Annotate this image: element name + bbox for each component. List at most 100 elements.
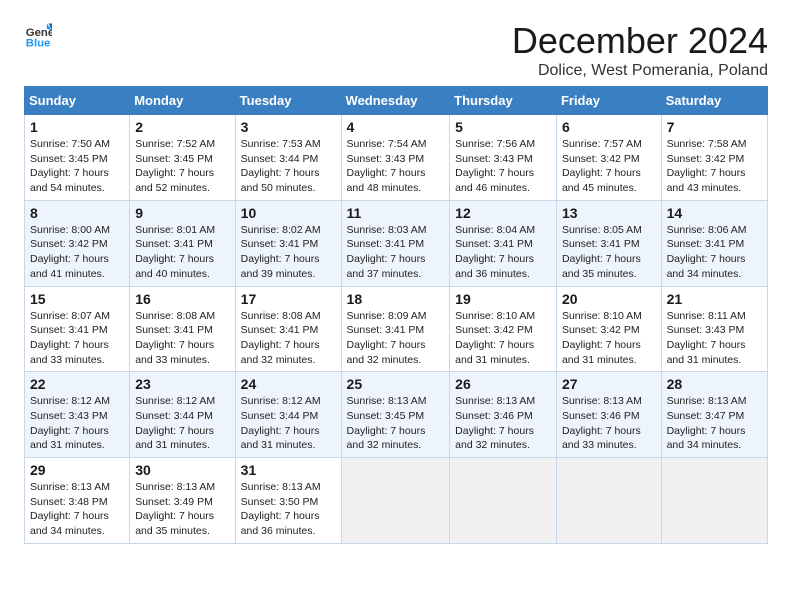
calendar-cell: 9Sunrise: 8:01 AMSunset: 3:41 PMDaylight…: [130, 200, 235, 286]
calendar-cell: 14Sunrise: 8:06 AMSunset: 3:41 PMDayligh…: [661, 200, 767, 286]
page-title: December 2024: [512, 20, 768, 62]
day-info: Sunrise: 8:01 AMSunset: 3:41 PMDaylight:…: [135, 224, 215, 280]
day-number: 26: [455, 376, 551, 392]
day-number: 29: [30, 462, 124, 478]
day-info: Sunrise: 8:13 AMSunset: 3:45 PMDaylight:…: [347, 395, 427, 451]
calendar-cell: 27Sunrise: 8:13 AMSunset: 3:46 PMDayligh…: [556, 372, 661, 458]
calendar-cell: 26 Sunrise: 8:13 AMSunset: 3:46 PMDayligh…: [450, 372, 557, 458]
header-friday: Friday: [556, 87, 661, 115]
day-info: Sunrise: 8:13 AMSunset: 3:47 PMDaylight:…: [667, 395, 747, 451]
header-thursday: Thursday: [450, 87, 557, 115]
day-info: Sunrise: 8:02 AMSunset: 3:41 PMDaylight:…: [241, 224, 321, 280]
day-info: Sunrise: 8:04 AMSunset: 3:41 PMDaylight:…: [455, 224, 535, 280]
calendar-week-row: 29 Sunrise: 8:13 AMSunset: 3:48 PMDayligh…: [25, 458, 768, 544]
calendar-week-row: 15 Sunrise: 8:07 AMSunset: 3:41 PMDayligh…: [25, 286, 768, 372]
calendar-cell: 23 Sunrise: 8:12 AMSunset: 3:44 PMDayligh…: [130, 372, 235, 458]
logo-icon: General Blue: [24, 20, 52, 48]
day-info: Sunrise: 8:11 AMSunset: 3:43 PMDaylight:…: [667, 310, 746, 366]
calendar-cell: [661, 458, 767, 544]
header-tuesday: Tuesday: [235, 87, 341, 115]
day-number: 8: [30, 205, 124, 221]
day-info: Sunrise: 8:13 AMSunset: 3:46 PMDaylight:…: [455, 395, 535, 451]
day-number: 28: [667, 376, 762, 392]
day-number: 2: [135, 119, 229, 135]
calendar-header-row: SundayMondayTuesdayWednesdayThursdayFrid…: [25, 87, 768, 115]
calendar-cell: 10 Sunrise: 8:02 AMSunset: 3:41 PMDayligh…: [235, 200, 341, 286]
day-number: 6: [562, 119, 656, 135]
day-info: Sunrise: 8:03 AMSunset: 3:41 PMDaylight:…: [347, 224, 427, 280]
day-info: Sunrise: 8:00 AMSunset: 3:42 PMDaylight:…: [30, 224, 110, 280]
day-number: 14: [667, 205, 762, 221]
day-number: 17: [241, 291, 336, 307]
header-wednesday: Wednesday: [341, 87, 450, 115]
calendar-cell: 25 Sunrise: 8:13 AMSunset: 3:45 PMDayligh…: [341, 372, 450, 458]
day-number: 1: [30, 119, 124, 135]
logo: General Blue: [24, 20, 52, 48]
day-info: Sunrise: 8:05 AMSunset: 3:41 PMDaylight:…: [562, 224, 642, 280]
day-number: 4: [347, 119, 445, 135]
day-info: Sunrise: 8:08 AMSunset: 3:41 PMDaylight:…: [135, 310, 215, 366]
day-number: 21: [667, 291, 762, 307]
day-info: Sunrise: 8:07 AMSunset: 3:41 PMDaylight:…: [30, 310, 110, 366]
calendar-cell: 7Sunrise: 7:58 AMSunset: 3:42 PMDaylight…: [661, 115, 767, 201]
day-number: 18: [347, 291, 445, 307]
calendar-cell: 6Sunrise: 7:57 AMSunset: 3:42 PMDaylight…: [556, 115, 661, 201]
calendar-cell: 28 Sunrise: 8:13 AMSunset: 3:47 PMDayligh…: [661, 372, 767, 458]
day-info: Sunrise: 8:13 AMSunset: 3:48 PMDaylight:…: [30, 481, 110, 537]
day-info: Sunrise: 8:13 AMSunset: 3:46 PMDaylight:…: [562, 395, 642, 451]
calendar-cell: 4 Sunrise: 7:54 AMSunset: 3:43 PMDaylight…: [341, 115, 450, 201]
day-number: 25: [347, 376, 445, 392]
calendar-cell: 5 Sunrise: 7:56 AMSunset: 3:43 PMDaylight…: [450, 115, 557, 201]
svg-text:Blue: Blue: [26, 37, 51, 48]
calendar-cell: 29 Sunrise: 8:13 AMSunset: 3:48 PMDayligh…: [25, 458, 130, 544]
calendar-table: SundayMondayTuesdayWednesdayThursdayFrid…: [24, 86, 768, 544]
calendar-cell: 13 Sunrise: 8:05 AMSunset: 3:41 PMDayligh…: [556, 200, 661, 286]
calendar-cell: 1 Sunrise: 7:50 AMSunset: 3:45 PMDaylight…: [25, 115, 130, 201]
calendar-week-row: 22Sunrise: 8:12 AMSunset: 3:43 PMDayligh…: [25, 372, 768, 458]
calendar-cell: 8 Sunrise: 8:00 AMSunset: 3:42 PMDaylight…: [25, 200, 130, 286]
calendar-cell: 18 Sunrise: 8:09 AMSunset: 3:41 PMDayligh…: [341, 286, 450, 372]
calendar-cell: 19 Sunrise: 8:10 AMSunset: 3:42 PMDayligh…: [450, 286, 557, 372]
day-number: 30: [135, 462, 229, 478]
header-saturday: Saturday: [661, 87, 767, 115]
day-info: Sunrise: 7:53 AMSunset: 3:44 PMDaylight:…: [241, 138, 321, 194]
day-info: Sunrise: 7:54 AMSunset: 3:43 PMDaylight:…: [347, 138, 427, 194]
page-header: General Blue December 2024 Dolice, West …: [24, 20, 768, 80]
day-number: 16: [135, 291, 229, 307]
day-number: 5: [455, 119, 551, 135]
calendar-cell: 17 Sunrise: 8:08 AMSunset: 3:41 PMDayligh…: [235, 286, 341, 372]
day-info: Sunrise: 8:08 AMSunset: 3:41 PMDaylight:…: [241, 310, 321, 366]
day-number: 20: [562, 291, 656, 307]
day-number: 23: [135, 376, 229, 392]
day-number: 24: [241, 376, 336, 392]
header-monday: Monday: [130, 87, 235, 115]
calendar-cell: 11 Sunrise: 8:03 AMSunset: 3:41 PMDayligh…: [341, 200, 450, 286]
day-number: 3: [241, 119, 336, 135]
calendar-week-row: 8 Sunrise: 8:00 AMSunset: 3:42 PMDaylight…: [25, 200, 768, 286]
day-info: Sunrise: 8:09 AMSunset: 3:41 PMDaylight:…: [347, 310, 427, 366]
day-number: 11: [347, 205, 445, 221]
day-info: Sunrise: 8:13 AMSunset: 3:50 PMDaylight:…: [241, 481, 321, 537]
day-number: 10: [241, 205, 336, 221]
calendar-cell: 16 Sunrise: 8:08 AMSunset: 3:41 PMDayligh…: [130, 286, 235, 372]
day-number: 19: [455, 291, 551, 307]
day-number: 12: [455, 205, 551, 221]
day-number: 15: [30, 291, 124, 307]
calendar-cell: 24 Sunrise: 8:12 AMSunset: 3:44 PMDayligh…: [235, 372, 341, 458]
calendar-cell: [341, 458, 450, 544]
header-sunday: Sunday: [25, 87, 130, 115]
calendar-cell: 21 Sunrise: 8:11 AMSunset: 3:43 PMDayligh…: [661, 286, 767, 372]
calendar-cell: 3 Sunrise: 7:53 AMSunset: 3:44 PMDaylight…: [235, 115, 341, 201]
day-number: 13: [562, 205, 656, 221]
day-info: Sunrise: 8:10 AMSunset: 3:42 PMDaylight:…: [455, 310, 535, 366]
day-number: 31: [241, 462, 336, 478]
day-info: Sunrise: 8:12 AMSunset: 3:44 PMDaylight:…: [241, 395, 321, 451]
day-info: Sunrise: 8:12 AMSunset: 3:44 PMDaylight:…: [135, 395, 215, 451]
calendar-cell: 12 Sunrise: 8:04 AMSunset: 3:41 PMDayligh…: [450, 200, 557, 286]
calendar-cell: 15 Sunrise: 8:07 AMSunset: 3:41 PMDayligh…: [25, 286, 130, 372]
day-info: Sunrise: 7:50 AMSunset: 3:45 PMDaylight:…: [30, 138, 110, 194]
day-info: Sunrise: 7:56 AMSunset: 3:43 PMDaylight:…: [455, 138, 535, 194]
calendar-cell: 2Sunrise: 7:52 AMSunset: 3:45 PMDaylight…: [130, 115, 235, 201]
calendar-cell: 22Sunrise: 8:12 AMSunset: 3:43 PMDayligh…: [25, 372, 130, 458]
calendar-cell: [450, 458, 557, 544]
